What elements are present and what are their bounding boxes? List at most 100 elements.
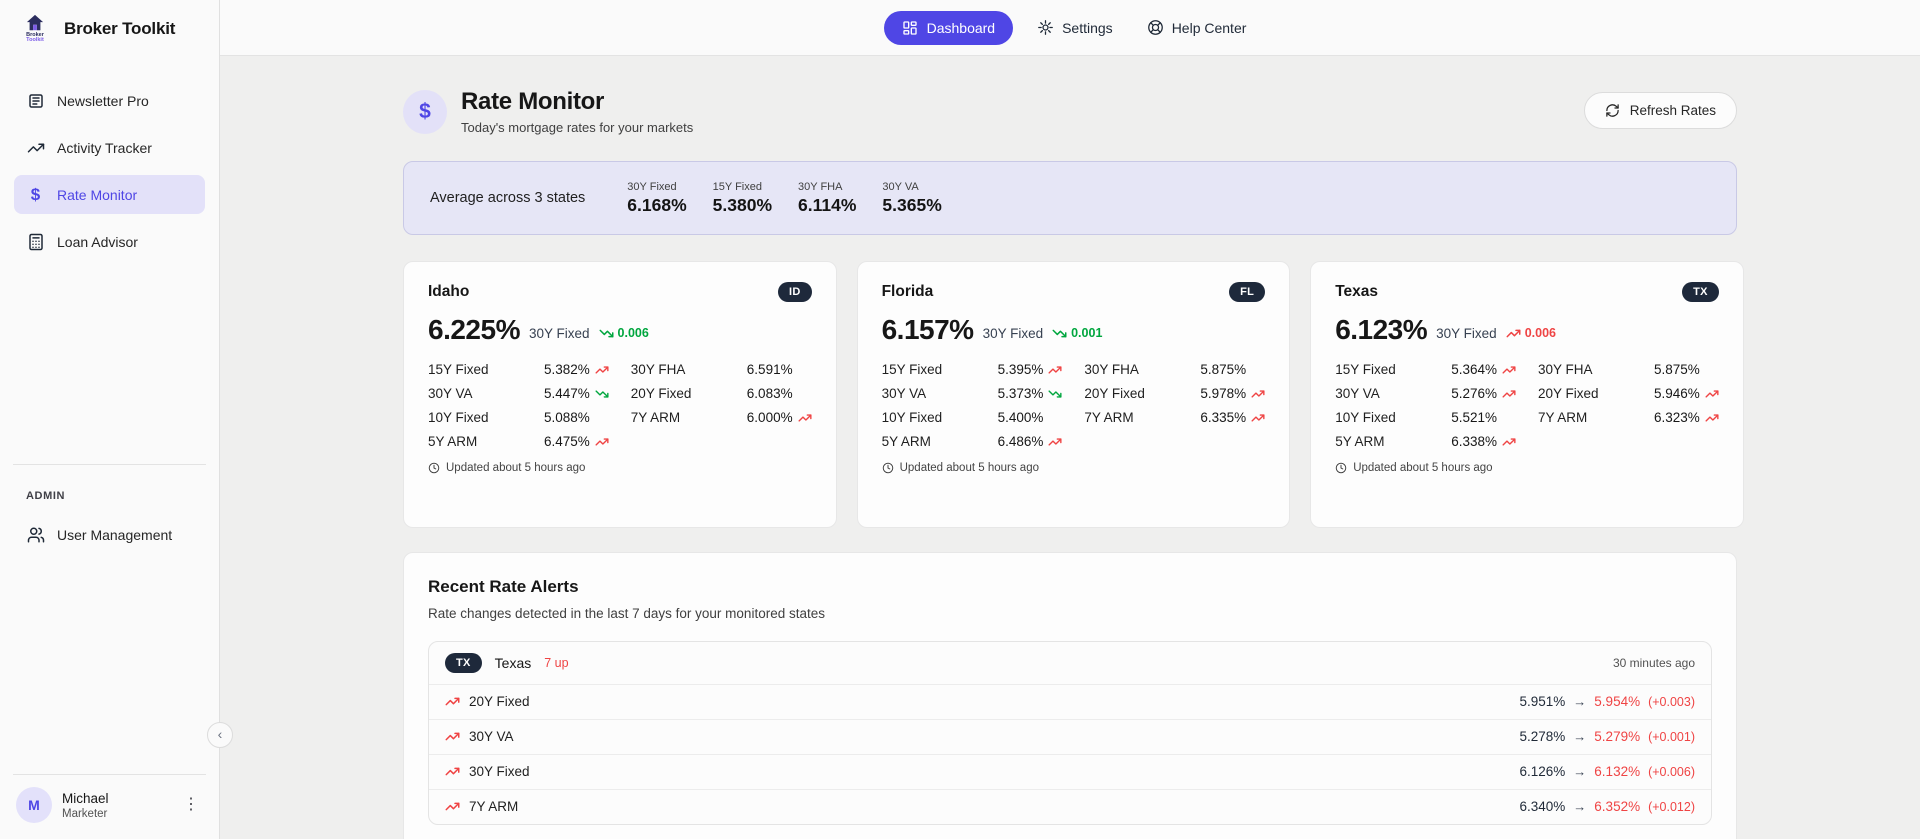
rate-value: 5.875% <box>1200 362 1247 377</box>
sidebar-item-label: Newsletter Pro <box>57 92 149 109</box>
rate-value: 5.946% <box>1653 386 1700 401</box>
state-card-header: Texas TX <box>1335 282 1719 302</box>
rate-value: 5.400% <box>997 410 1044 425</box>
alert-old-value: 6.126% <box>1519 764 1566 779</box>
average-stat-value: 6.168% <box>627 194 687 215</box>
alert-row-right: 6.126% → 6.132% (+0.006) <box>1520 764 1696 779</box>
rate-label: 5Y ARM <box>881 434 931 449</box>
sidebar-item-activity-tracker[interactable]: Activity Tracker <box>14 128 205 167</box>
rate-item: 15Y Fixed 5.382% <box>428 362 609 377</box>
trending-up-icon <box>445 732 460 741</box>
rate-label: 15Y Fixed <box>428 362 489 377</box>
updated-text: Updated about 5 hours ago <box>446 462 586 474</box>
rate-label: 30Y FHA <box>1084 362 1139 377</box>
nav-settings-label: Settings <box>1062 19 1113 36</box>
rate-value: 5.088% <box>544 410 590 425</box>
clock-icon <box>882 462 893 474</box>
refresh-rates-button[interactable]: Refresh Rates <box>1583 92 1737 129</box>
rate-value: 6.083% <box>746 386 793 401</box>
sidebar-item-newsletter-pro[interactable]: Newsletter Pro <box>14 81 205 120</box>
trending-down-icon <box>599 329 614 337</box>
arrow-right-icon: → <box>1573 694 1587 709</box>
sidebar-nav: Newsletter Pro Activity Tracker $ Rate M… <box>0 81 219 261</box>
alert-row: 7Y ARM 6.340% → 6.352% (+0.012) <box>429 789 1711 824</box>
rate-item: 30Y FHA 5.875% <box>1084 362 1265 377</box>
state-card-idaho: Idaho ID 6.225% 30Y Fixed 0.006 15Y Fixe… <box>403 261 837 528</box>
rate-item: 30Y FHA 5.875% <box>1538 362 1719 377</box>
state-badge: FL <box>1229 282 1266 302</box>
page-header: $ Rate Monitor Today's mortgage rates fo… <box>403 88 1737 135</box>
user-meta: Michael Marketer <box>62 791 167 820</box>
arrow-right-icon: → <box>1573 764 1587 779</box>
alert-row: 20Y Fixed 5.951% → 5.954% (+0.003) <box>429 684 1711 719</box>
logo-text-bottom: Toolkit <box>26 37 44 43</box>
rate-value: 6.323% <box>1653 410 1700 425</box>
rate-label: 20Y Fixed <box>1084 386 1145 401</box>
sidebar-item-loan-advisor[interactable]: Loan Advisor <box>14 222 205 261</box>
rate-label: 20Y Fixed <box>1537 386 1599 401</box>
rate-value: 6.335% <box>1200 410 1247 425</box>
rate-item: 10Y Fixed 5.400% <box>882 410 1063 425</box>
trending-up-icon <box>1705 413 1719 422</box>
trending-up-icon <box>445 697 460 706</box>
alert-rate-label: 30Y Fixed <box>469 764 530 779</box>
main-rate-label: 30Y Fixed <box>528 325 590 341</box>
trending-up-icon <box>26 138 45 157</box>
trending-up-icon <box>595 437 609 446</box>
trending-up-icon <box>798 413 812 422</box>
state-badge: TX <box>445 653 482 673</box>
sidebar-item-user-management[interactable]: User Management <box>14 515 184 554</box>
nav-dashboard-button[interactable]: Dashboard <box>883 10 1014 45</box>
sidebar-collapse-button[interactable]: ‹ <box>207 722 233 748</box>
average-stat-value: 6.114% <box>798 194 857 215</box>
trending-down-icon <box>1052 329 1067 337</box>
alert-rate-label: 30Y VA <box>469 729 514 744</box>
rate-value: 6.000% <box>746 410 793 425</box>
rate-item: 15Y Fixed 5.395% <box>882 362 1063 377</box>
main-rate-row: 6.225% 30Y Fixed 0.006 <box>428 314 812 346</box>
user-menu-button[interactable]: ⋮ <box>177 795 205 815</box>
nav-help-center-button[interactable]: Help Center <box>1137 11 1257 44</box>
main-rate-label: 30Y Fixed <box>982 325 1044 341</box>
rate-value: 5.364% <box>1451 362 1497 377</box>
dashboard-grid-icon <box>902 20 918 36</box>
user-profile: M Michael Marketer ⋮ <box>0 775 219 839</box>
rate-label: 30Y VA <box>428 386 473 401</box>
refresh-icon <box>1605 103 1620 118</box>
rate-item: 5Y ARM 6.338% <box>1335 434 1516 449</box>
alert-new-value: 5.279% <box>1594 729 1641 744</box>
content-scroll: $ Rate Monitor Today's mortgage rates fo… <box>220 56 1920 839</box>
rate-value: 5.395% <box>997 362 1044 377</box>
alert-old-value: 5.951% <box>1519 694 1566 709</box>
alert-row-right: 5.951% → 5.954% (+0.003) <box>1520 694 1696 709</box>
gear-icon <box>1037 19 1054 36</box>
trending-up-icon <box>595 365 609 374</box>
rate-change: 0.001 <box>1052 326 1102 341</box>
alert-row: 30Y VA 5.278% → 5.279% (+0.001) <box>429 719 1711 754</box>
trending-up-icon <box>1048 365 1062 374</box>
calculator-icon <box>26 232 45 251</box>
alert-group-texas: TX Texas 7 up 30 minutes ago 20Y Fixed 5… <box>428 641 1712 825</box>
alert-row-left: 30Y Fixed <box>445 764 530 779</box>
sidebar-item-rate-monitor[interactable]: $ Rate Monitor <box>14 175 205 214</box>
state-name: Texas <box>1335 283 1378 300</box>
rate-label: 20Y Fixed <box>630 386 692 401</box>
rate-change: 0.006 <box>1506 326 1556 341</box>
trending-up-icon <box>1251 413 1265 422</box>
trending-down-icon <box>595 389 609 398</box>
state-card-florida: Florida FL 6.157% 30Y Fixed 0.001 15Y Fi… <box>856 261 1291 528</box>
rate-change-value: 0.006 <box>617 326 649 340</box>
nav-settings-button[interactable]: Settings <box>1027 11 1123 44</box>
average-stat: 30Y FHA 6.114% <box>798 181 856 216</box>
alerts-subtitle: Rate changes detected in the last 7 days… <box>428 606 825 621</box>
average-stat-label: 30Y FHA <box>798 180 843 193</box>
sidebar-item-label: User Management <box>57 526 173 543</box>
rate-label: 10Y Fixed <box>1335 410 1396 425</box>
rate-label: 10Y Fixed <box>881 410 943 425</box>
alert-row-right: 5.278% → 5.279% (+0.001) <box>1520 729 1696 744</box>
refresh-rates-label: Refresh Rates <box>1629 103 1716 118</box>
trending-up-icon <box>1502 389 1516 398</box>
admin-nav: User Management <box>0 515 219 554</box>
app-title: Broker Toolkit <box>64 18 176 38</box>
user-name: Michael <box>62 790 109 806</box>
